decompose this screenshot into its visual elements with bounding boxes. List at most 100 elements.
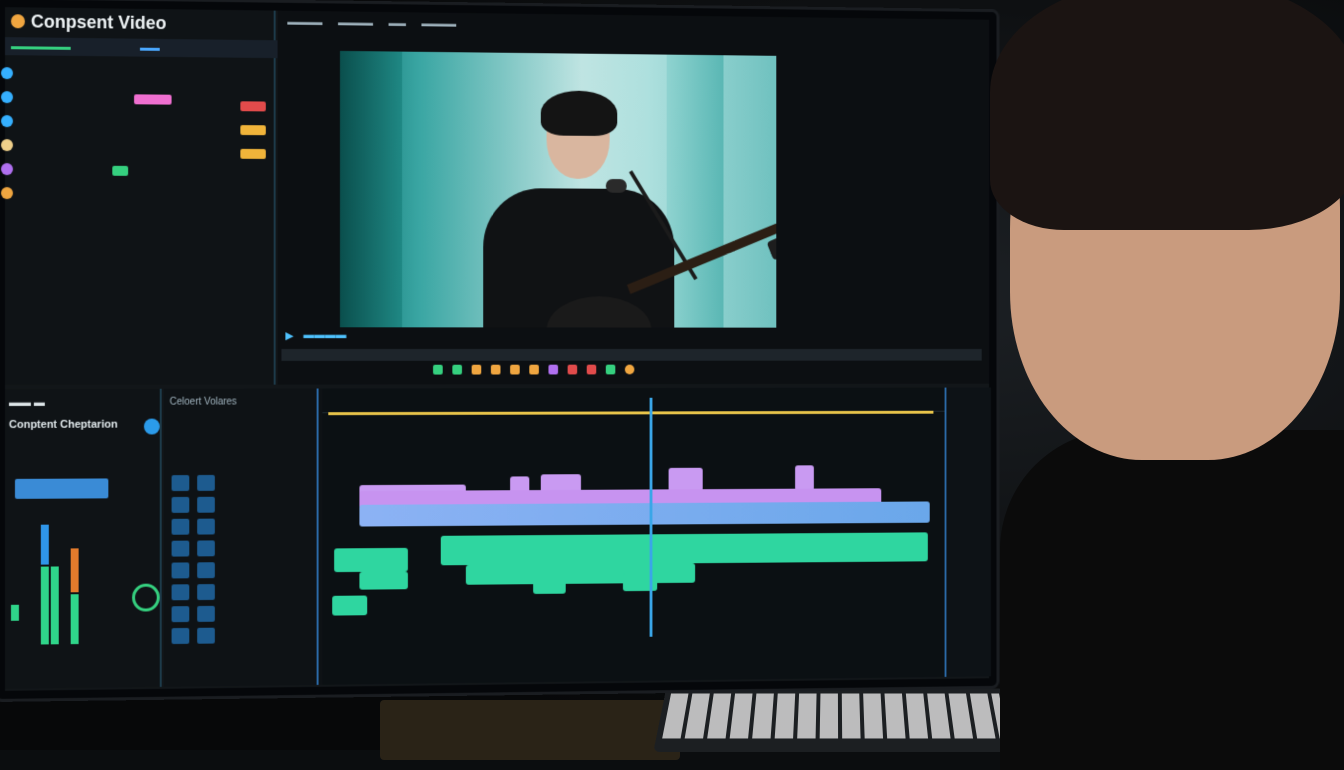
toolbar-item[interactable]: ▬▬ — [389, 18, 406, 34]
timecode: ▬▬▬▬ — [303, 329, 347, 342]
level-meter — [10, 604, 19, 621]
timeline-side-panel — [944, 387, 991, 677]
panel-header-label: ▬▬▬▬▬▬ — [10, 40, 71, 53]
media-row[interactable] — [0, 135, 274, 157]
marker[interactable] — [510, 364, 520, 375]
preview-toolbar: ▬▬▬▬ ▬▬▬▬ ▬▬ ▬▬▬▬ — [278, 17, 991, 41]
marker[interactable] — [605, 364, 616, 375]
audio-clip[interactable] — [533, 579, 566, 594]
marker[interactable] — [567, 364, 578, 375]
audio-mixer-panel: ▬▬ ▬ Conptent Cheptarion — [4, 388, 162, 689]
media-row[interactable] — [0, 63, 274, 86]
track-button[interactable] — [171, 584, 190, 601]
media-row[interactable] — [0, 183, 274, 204]
toolbar-item[interactable]: ▬▬▬▬ — [287, 17, 322, 33]
track-row[interactable] — [171, 604, 309, 623]
track-button[interactable] — [197, 605, 215, 622]
circle-icon — [0, 187, 13, 200]
dial-icon[interactable] — [132, 583, 160, 612]
audio-clip[interactable] — [334, 547, 408, 573]
audio-mixer-desk — [380, 700, 680, 760]
mixer-tab[interactable]: ▬▬ ▬ — [9, 397, 45, 409]
audio-clip[interactable] — [359, 571, 408, 590]
playhead[interactable] — [649, 397, 653, 637]
media-row[interactable] — [0, 159, 274, 181]
music-keyboard — [653, 688, 1017, 752]
video-preview-panel: ▬▬▬▬ ▬▬▬▬ ▬▬ ▬▬▬▬ ▶ ▬▬▬▬ — [277, 10, 991, 385]
track-button[interactable] — [197, 518, 215, 535]
audio-clip[interactable] — [359, 501, 930, 527]
marker[interactable] — [548, 364, 559, 375]
marker[interactable] — [433, 364, 443, 375]
settings-icon[interactable] — [143, 418, 160, 435]
track-button[interactable] — [197, 496, 215, 513]
video-clip[interactable] — [668, 467, 703, 492]
person-hair — [990, 0, 1344, 230]
video-editor-ui: Conpsent Video ▬▬▬▬▬▬ ▬▬ ▬▬▬▬ ▬▬▬▬ ▬▬ ▬▬… — [0, 7, 991, 691]
circle-icon — [0, 91, 13, 104]
keyboard-keys — [662, 693, 1008, 739]
tag-chip-red[interactable] — [240, 101, 266, 112]
circle-icon — [0, 163, 13, 176]
preview-markers — [433, 364, 635, 377]
audio-clip[interactable] — [332, 595, 368, 616]
level-meter — [40, 566, 49, 645]
track-button[interactable] — [171, 475, 190, 492]
track-row[interactable] — [171, 539, 309, 558]
track-row[interactable] — [171, 474, 309, 493]
audio-clip[interactable] — [440, 532, 928, 566]
playback-controls: ▶ ▬▬▬▬ — [278, 325, 990, 345]
tag-chip-yellow[interactable] — [240, 148, 266, 159]
media-panel: Conpsent Video ▬▬▬▬▬▬ ▬▬ — [0, 7, 280, 385]
tag-chip-green[interactable] — [112, 165, 129, 176]
computer-monitor: Conpsent Video ▬▬▬▬▬▬ ▬▬ ▬▬▬▬ ▬▬▬▬ ▬▬ ▬▬… — [0, 0, 1000, 702]
video-frame — [339, 50, 777, 328]
singer-hair — [540, 90, 618, 137]
track-button[interactable] — [197, 584, 215, 601]
play-icon[interactable]: ▶ — [285, 329, 293, 342]
track-row[interactable] — [171, 495, 309, 514]
track-headers: Celoert Volares — [163, 388, 319, 687]
curtain-right — [666, 54, 724, 328]
track-button[interactable] — [171, 606, 190, 623]
app-title-bar: Conpsent Video — [10, 9, 167, 35]
preview-scrubber[interactable] — [281, 349, 982, 361]
person-shoulder — [1000, 430, 1344, 770]
mixer-title: Conptent Cheptarion — [8, 418, 118, 431]
track-row[interactable] — [171, 582, 309, 601]
track-row[interactable] — [171, 560, 309, 579]
microphone — [605, 178, 627, 193]
circle-icon — [0, 139, 13, 152]
marker[interactable] — [452, 364, 463, 375]
track-button[interactable] — [171, 540, 190, 557]
marker[interactable] — [586, 364, 597, 375]
level-meter — [40, 524, 49, 565]
panel-header-action[interactable]: ▬▬ — [140, 42, 160, 53]
toolbar-item[interactable]: ▬▬▬▬ — [421, 18, 456, 34]
track-button[interactable] — [197, 627, 215, 644]
marker[interactable] — [624, 364, 635, 375]
track-button[interactable] — [197, 540, 215, 557]
marker[interactable] — [490, 364, 501, 375]
app-logo-icon — [10, 14, 25, 29]
marker[interactable] — [529, 364, 539, 375]
track-button[interactable] — [197, 562, 215, 579]
tag-chip-pink[interactable] — [134, 94, 172, 105]
tag-chip-yellow[interactable] — [240, 125, 266, 136]
level-meter — [70, 548, 79, 593]
track-row[interactable] — [171, 517, 309, 536]
track-button[interactable] — [171, 518, 190, 535]
track-button[interactable] — [197, 474, 215, 491]
track-button[interactable] — [171, 627, 190, 645]
track-row[interactable] — [171, 626, 309, 645]
app-title: Conpsent Video — [30, 10, 167, 33]
track-button[interactable] — [171, 496, 190, 513]
media-row[interactable] — [0, 111, 274, 133]
audio-clip[interactable] — [465, 563, 696, 585]
marker[interactable] — [471, 364, 482, 375]
video-clip[interactable] — [795, 465, 814, 491]
level-meter — [50, 566, 59, 645]
toolbar-item[interactable]: ▬▬▬▬ — [338, 17, 373, 33]
mixer-master-bar[interactable] — [14, 478, 109, 499]
track-button[interactable] — [171, 562, 190, 579]
